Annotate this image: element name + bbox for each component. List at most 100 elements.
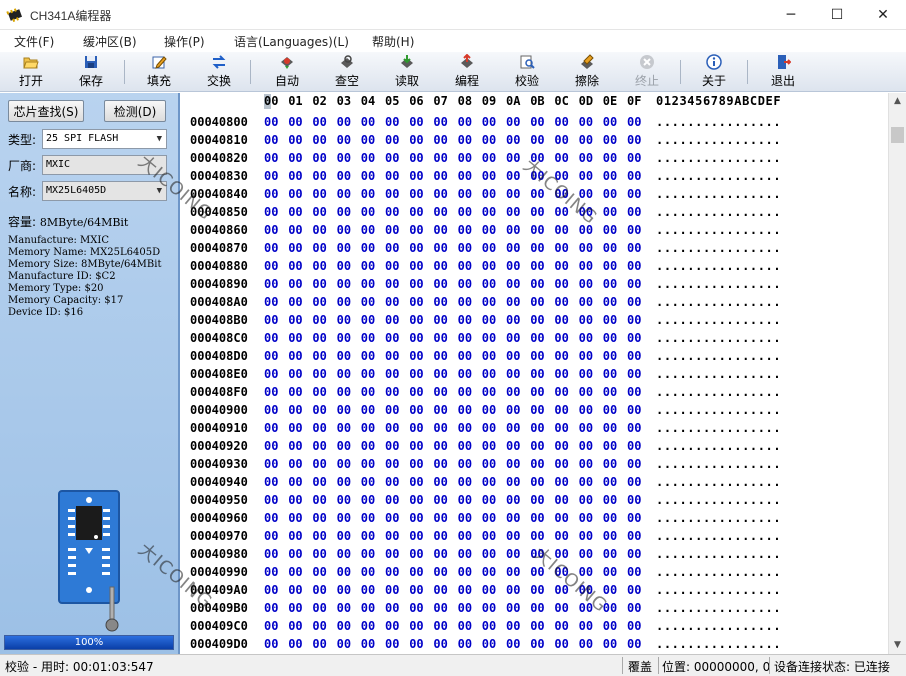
hex-byte[interactable]: 00 [506, 457, 520, 471]
hex-byte[interactable]: 00 [264, 295, 278, 309]
hex-byte[interactable]: 00 [337, 151, 351, 165]
hex-byte[interactable]: 00 [554, 529, 568, 543]
hex-byte[interactable]: 00 [409, 295, 423, 309]
hex-byte[interactable]: 00 [458, 583, 472, 597]
blank-check-button[interactable]: 查空 [324, 54, 370, 90]
hex-byte[interactable]: 00 [603, 205, 617, 219]
hex-byte[interactable]: 00 [482, 529, 496, 543]
hex-byte[interactable]: 00 [482, 331, 496, 345]
hex-byte[interactable]: 00 [385, 169, 399, 183]
hex-byte[interactable]: 00 [361, 349, 375, 363]
hex-byte[interactable]: 00 [264, 115, 278, 129]
hex-byte[interactable]: 00 [506, 421, 520, 435]
auto-button[interactable]: 自动 [264, 54, 310, 90]
hex-byte[interactable]: 00 [530, 367, 544, 381]
hex-row[interactable]: 00040850 00 00 00 00 00 00 00 00 00 00 00 00 00 00 00 00… [182, 203, 888, 221]
hex-byte[interactable]: 00 [361, 241, 375, 255]
hex-byte[interactable]: 00 [337, 205, 351, 219]
hex-byte[interactable]: 00 [506, 331, 520, 345]
hex-byte[interactable]: 00 [458, 277, 472, 291]
hex-byte[interactable]: 00 [554, 385, 568, 399]
hex-byte[interactable]: 00 [579, 493, 593, 507]
hex-byte[interactable]: 00 [458, 331, 472, 345]
hex-byte[interactable]: 00 [264, 133, 278, 147]
hex-byte[interactable]: 00 [288, 205, 302, 219]
hex-byte[interactable]: 00 [312, 583, 326, 597]
menu-help[interactable]: 帮助(H) [372, 33, 414, 50]
hex-byte[interactable]: 00 [458, 637, 472, 651]
hex-row[interactable]: 00040950 00 00 00 00 00 00 00 00 00 00 00 00 00 00 00 00… [182, 491, 888, 509]
hex-byte[interactable]: 00 [433, 637, 447, 651]
hex-byte[interactable]: 00 [264, 187, 278, 201]
hex-byte[interactable]: 00 [603, 403, 617, 417]
hex-byte[interactable]: 00 [385, 619, 399, 633]
hex-byte[interactable]: 00 [482, 565, 496, 579]
hex-byte[interactable]: 00 [385, 367, 399, 381]
hex-byte[interactable]: 00 [627, 439, 641, 453]
hex-byte[interactable]: 00 [337, 241, 351, 255]
hex-byte[interactable]: 00 [409, 421, 423, 435]
open-button[interactable]: 打开 [8, 54, 54, 90]
hex-byte[interactable]: 00 [361, 547, 375, 561]
hex-byte[interactable]: 00 [288, 151, 302, 165]
hex-byte[interactable]: 00 [579, 511, 593, 525]
hex-byte[interactable]: 00 [385, 151, 399, 165]
hex-byte[interactable]: 00 [312, 295, 326, 309]
hex-byte[interactable]: 00 [288, 259, 302, 273]
scroll-up-icon[interactable]: ▲ [889, 93, 906, 110]
hex-byte[interactable]: 00 [627, 313, 641, 327]
hex-row[interactable]: 00040960 00 00 00 00 00 00 00 00 00 00 00 00 00 00 00 00… [182, 509, 888, 527]
hex-byte[interactable]: 00 [603, 187, 617, 201]
hex-byte[interactable]: 00 [627, 637, 641, 651]
hex-byte[interactable]: 00 [603, 277, 617, 291]
menu-language[interactable]: 语言(Languages)(L) [234, 33, 349, 50]
hex-byte[interactable]: 00 [627, 115, 641, 129]
hex-byte[interactable]: 00 [288, 601, 302, 615]
hex-byte[interactable]: 00 [264, 205, 278, 219]
find-chip-button[interactable]: 芯片查找(S) [8, 100, 84, 122]
hex-byte[interactable]: 00 [506, 583, 520, 597]
hex-byte[interactable]: 00 [530, 601, 544, 615]
hex-byte[interactable]: 00 [506, 223, 520, 237]
hex-byte[interactable]: 00 [530, 511, 544, 525]
hex-byte[interactable]: 00 [433, 349, 447, 363]
hex-byte[interactable]: 00 [458, 133, 472, 147]
hex-byte[interactable]: 00 [458, 421, 472, 435]
hex-byte[interactable]: 00 [264, 547, 278, 561]
hex-byte[interactable]: 00 [482, 169, 496, 183]
hex-byte[interactable]: 00 [554, 511, 568, 525]
hex-byte[interactable]: 00 [312, 637, 326, 651]
hex-byte[interactable]: 00 [554, 151, 568, 165]
hex-row[interactable]: 000409C0 00 00 00 00 00 00 00 00 00 00 00 00 00 00 00 00… [182, 617, 888, 635]
hex-byte[interactable]: 00 [409, 259, 423, 273]
hex-row[interactable]: 000409A0 00 00 00 00 00 00 00 00 00 00 00 00 00 00 00 00… [182, 581, 888, 599]
hex-byte[interactable]: 00 [337, 331, 351, 345]
hex-byte[interactable]: 00 [288, 403, 302, 417]
hex-byte[interactable]: 00 [409, 187, 423, 201]
hex-byte[interactable]: 00 [409, 115, 423, 129]
hex-byte[interactable]: 00 [312, 187, 326, 201]
hex-byte[interactable]: 00 [433, 475, 447, 489]
hex-byte[interactable]: 00 [579, 457, 593, 471]
hex-byte[interactable]: 00 [530, 637, 544, 651]
hex-byte[interactable]: 00 [312, 169, 326, 183]
hex-byte[interactable]: 00 [312, 403, 326, 417]
hex-byte[interactable]: 00 [385, 601, 399, 615]
hex-byte[interactable]: 00 [579, 367, 593, 381]
hex-byte[interactable]: 00 [579, 475, 593, 489]
hex-byte[interactable]: 00 [554, 295, 568, 309]
hex-byte[interactable]: 00 [361, 367, 375, 381]
hex-byte[interactable]: 00 [337, 529, 351, 543]
hex-byte[interactable]: 00 [603, 421, 617, 435]
hex-byte[interactable]: 00 [385, 637, 399, 651]
hex-byte[interactable]: 00 [385, 133, 399, 147]
hex-byte[interactable]: 00 [506, 187, 520, 201]
hex-byte[interactable]: 00 [337, 619, 351, 633]
swap-button[interactable]: 交换 [196, 54, 242, 90]
hex-byte[interactable]: 00 [337, 547, 351, 561]
hex-byte[interactable]: 00 [264, 403, 278, 417]
hex-byte[interactable]: 00 [506, 619, 520, 633]
hex-byte[interactable]: 00 [482, 403, 496, 417]
hex-byte[interactable]: 00 [554, 277, 568, 291]
hex-byte[interactable]: 00 [433, 259, 447, 273]
